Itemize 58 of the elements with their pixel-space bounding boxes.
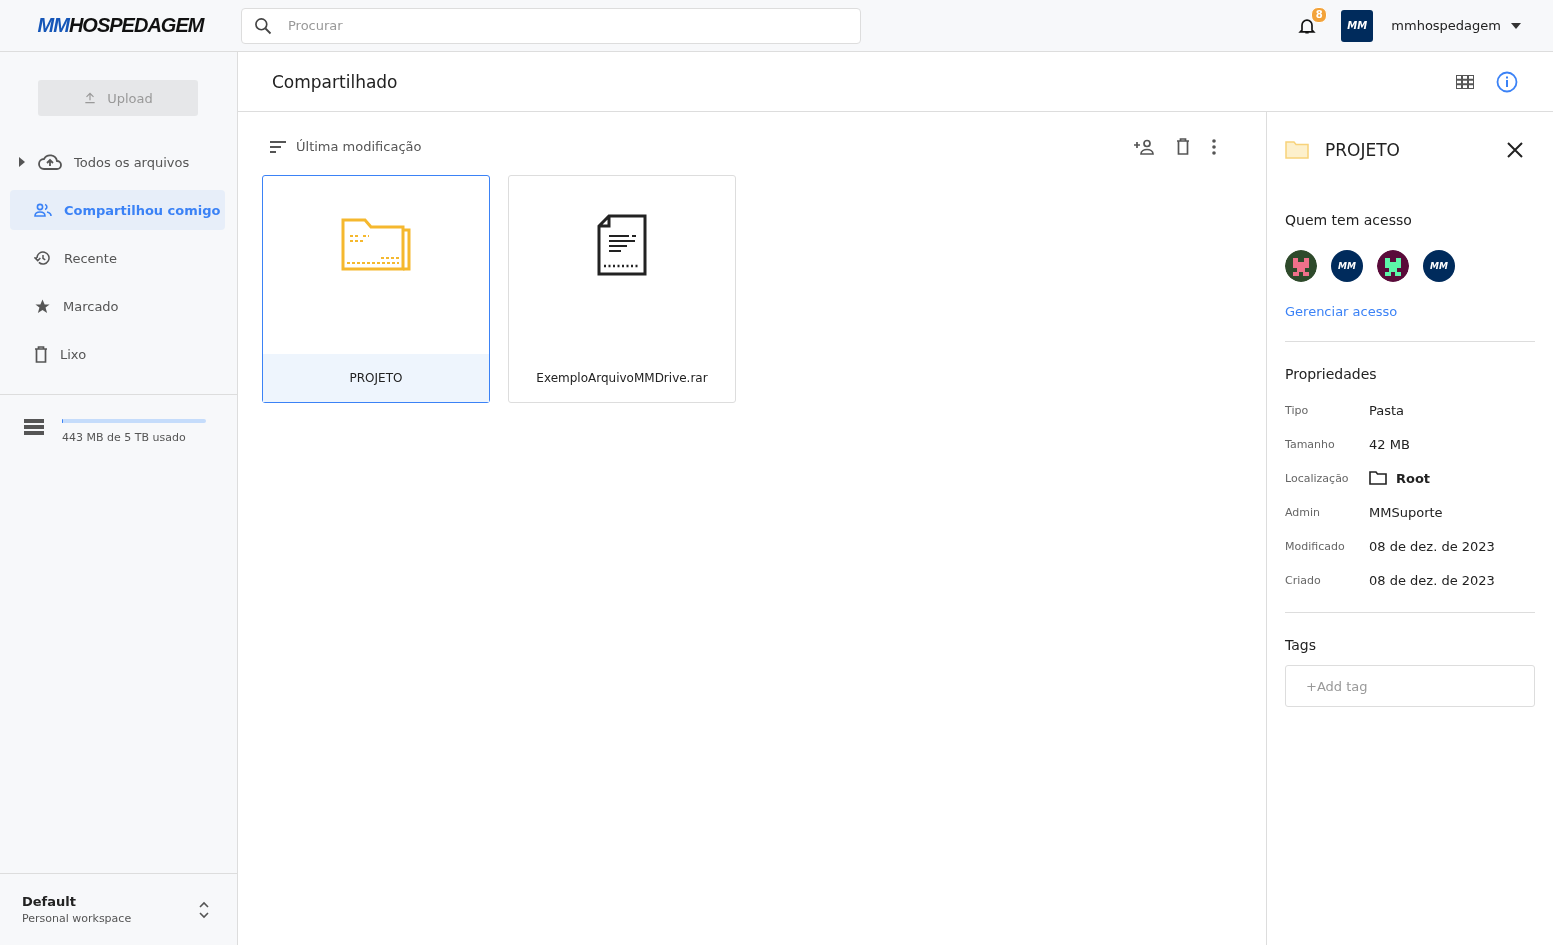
folder-icon: [1285, 141, 1309, 159]
sort-icon: [270, 140, 286, 153]
file-name: PROJETO: [263, 354, 489, 402]
access-heading: Quem tem acesso: [1285, 212, 1413, 228]
property-label: Tamanho: [1285, 437, 1336, 451]
property-label: Admin: [1285, 505, 1322, 519]
document-icon: [596, 214, 648, 276]
search-field[interactable]: Procurar: [241, 7, 861, 44]
sidebar-item[interactable]: Todos os arquivos: [10, 142, 225, 182]
sidebar-item[interactable]: Lixo: [10, 334, 225, 374]
notification-badge: 8: [1311, 6, 1328, 23]
more-options-icon[interactable]: [1212, 138, 1216, 155]
property-value: 42 MB: [1369, 436, 1410, 452]
expand-caret-icon[interactable]: [19, 157, 25, 167]
chevron-up-down-icon: [199, 900, 209, 919]
folder-icon: [1369, 471, 1387, 485]
property-value: Pasta: [1369, 402, 1405, 418]
sort-button[interactable]: Última modificação: [270, 139, 422, 154]
cloud-upload-icon: [38, 153, 62, 171]
trash-icon[interactable]: [1176, 138, 1190, 155]
info-icon[interactable]: [1496, 70, 1518, 93]
property-value: 08 de dez. de 2023: [1369, 572, 1495, 588]
file-card[interactable]: ExemploArquivoMMDrive.rar: [508, 175, 736, 403]
storage-icon: [24, 419, 44, 435]
property-label: Modificado: [1285, 539, 1346, 553]
close-icon[interactable]: [1507, 142, 1523, 158]
storage-text: 443 MB de 5 TB usado: [62, 431, 187, 444]
sidebar-item[interactable]: Marcado: [10, 286, 225, 326]
property-label: Criado: [1285, 573, 1322, 587]
user-menu[interactable]: mmhospedagem: [1385, 17, 1527, 34]
properties-heading: Propriedades: [1285, 366, 1378, 382]
upload-icon: [83, 91, 98, 105]
grid-view-icon[interactable]: [1456, 74, 1474, 89]
file-name: ExemploArquivoMMDrive.rar: [535, 370, 709, 387]
history-icon: [34, 249, 52, 267]
sidebar-item[interactable]: Recente: [10, 238, 225, 278]
trash-icon: [34, 345, 48, 363]
property-label: Localização: [1285, 471, 1350, 485]
details-title: PROJETO: [1325, 140, 1400, 160]
page-title: Compartilhado: [272, 71, 399, 92]
manage-access-link[interactable]: Gerenciar acesso: [1285, 304, 1535, 319]
add-person-icon[interactable]: [1134, 138, 1154, 155]
user-avatar: MM: [1423, 250, 1455, 282]
folder-icon: [341, 218, 411, 272]
property-label: Tipo: [1285, 403, 1310, 417]
people-icon: [34, 203, 52, 217]
logo: MMHOSPEDAGEM: [37, 14, 204, 37]
star-icon: [34, 297, 51, 315]
location-link[interactable]: Root: [1396, 470, 1431, 486]
user-avatar: MM: [1331, 250, 1363, 282]
tags-heading: Tags: [1285, 637, 1317, 653]
search-icon: [253, 15, 273, 36]
tag-input-field[interactable]: +Add tag: [1285, 665, 1535, 707]
caret-icon: [1511, 22, 1521, 29]
property-value: MMSuporte: [1369, 504, 1443, 520]
file-card[interactable]: PROJETO: [262, 175, 490, 403]
user-avatar[interactable]: MM: [1341, 9, 1374, 42]
property-value: 08 de dez. de 2023: [1369, 538, 1495, 554]
